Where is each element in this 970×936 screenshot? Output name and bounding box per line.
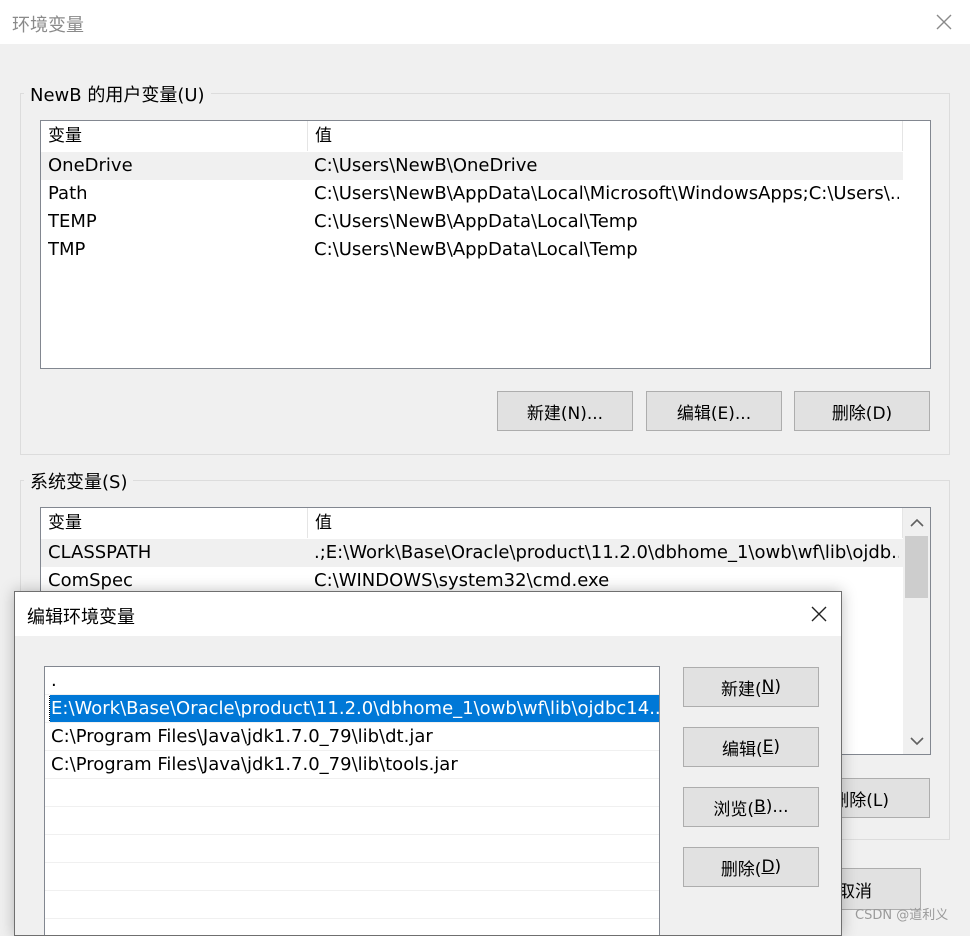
- list-header: 变量 值: [41, 508, 903, 538]
- scroll-down-icon[interactable]: [907, 731, 927, 751]
- dialog-title: 编辑环境变量: [27, 607, 135, 628]
- table-row[interactable]: CLASSPATH .;E:\Work\Base\Oracle\product\…: [41, 539, 903, 567]
- variable-name: TMP: [48, 239, 86, 260]
- column-header-value[interactable]: 值: [308, 121, 903, 151]
- variable-value: .;E:\Work\Base\Oracle\product\11.2.0\dbh…: [314, 542, 899, 563]
- window-title: 环境变量: [12, 15, 84, 36]
- user-variables-label: NewB 的用户变量(U): [24, 81, 211, 107]
- empty-list-item[interactable]: [45, 891, 659, 919]
- variable-value: C:\Users\NewB\OneDrive: [314, 155, 538, 176]
- button-label-tail: )...: [765, 797, 789, 817]
- list-item-selected[interactable]: E:\Work\Base\Oracle\product\11.2.0\dbhom…: [45, 695, 659, 723]
- close-icon[interactable]: [801, 596, 837, 632]
- dialog-new-button[interactable]: 新建(N): [683, 667, 819, 707]
- selected-entry-text: E:\Work\Base\Oracle\product\11.2.0\dbhom…: [48, 695, 659, 722]
- access-key: N: [761, 677, 775, 697]
- table-row[interactable]: OneDrive C:\Users\NewB\OneDrive: [41, 152, 903, 180]
- empty-list-item[interactable]: [45, 835, 659, 863]
- table-row[interactable]: Path C:\Users\NewB\AppData\Local\Microso…: [41, 180, 903, 208]
- user-delete-button[interactable]: 删除(D): [794, 391, 930, 431]
- variable-name: Path: [48, 183, 88, 204]
- close-icon[interactable]: [926, 4, 962, 40]
- button-label-tail: ): [773, 737, 781, 757]
- list-item[interactable]: C:\Program Files\Java\jdk1.7.0_79\lib\to…: [45, 751, 659, 779]
- variable-name: CLASSPATH: [48, 542, 152, 563]
- variable-name: OneDrive: [48, 155, 133, 176]
- empty-list-item[interactable]: [45, 779, 659, 807]
- column-header-variable[interactable]: 变量: [41, 508, 308, 538]
- dialog-delete-button[interactable]: 删除(D): [683, 847, 819, 887]
- list-item[interactable]: .: [45, 667, 659, 695]
- variable-value: C:\Users\NewB\AppData\Local\Temp: [314, 211, 638, 232]
- column-header-value[interactable]: 值: [308, 508, 903, 538]
- variable-name: TEMP: [48, 211, 97, 232]
- list-header: 变量 值: [41, 121, 903, 151]
- column-header-variable[interactable]: 变量: [41, 121, 308, 151]
- dialog-browse-button[interactable]: 浏览(B)...: [683, 787, 819, 827]
- button-label: 新建(: [721, 679, 762, 700]
- system-variables-label: 系统变量(S): [24, 468, 134, 494]
- access-key: D: [761, 857, 775, 877]
- scrollbar-thumb[interactable]: [905, 536, 928, 598]
- path-entries-list[interactable]: . E:\Work\Base\Oracle\product\11.2.0\dbh…: [44, 666, 660, 935]
- access-key: E: [762, 737, 774, 757]
- button-label-tail: ): [774, 677, 781, 697]
- scroll-up-icon[interactable]: [907, 513, 927, 533]
- list-item[interactable]: C:\Program Files\Java\jdk1.7.0_79\lib\dt…: [45, 723, 659, 751]
- user-edit-button[interactable]: 编辑(E)...: [646, 391, 782, 431]
- button-label: 编辑(: [721, 739, 763, 760]
- edit-environment-variable-dialog: 编辑环境变量 . E:\Work\Base\Oracle\product\11.…: [14, 591, 842, 936]
- button-label: 浏览(: [713, 799, 755, 820]
- variable-value: C:\Users\NewB\AppData\Local\Microsoft\Wi…: [314, 183, 899, 204]
- access-key: B: [754, 797, 766, 817]
- button-label: 删除(: [720, 859, 762, 880]
- user-new-button[interactable]: 新建(N)...: [497, 391, 633, 431]
- title-bar: 环境变量: [0, 0, 970, 44]
- dialog-title-bar: 编辑环境变量: [15, 592, 841, 636]
- dialog-edit-button[interactable]: 编辑(E): [683, 727, 819, 767]
- empty-list-item[interactable]: [45, 919, 659, 935]
- user-variables-list[interactable]: 变量 值 OneDrive C:\Users\NewB\OneDrive Pat…: [40, 120, 931, 369]
- button-label-tail: ): [774, 857, 782, 877]
- empty-list-item[interactable]: [45, 863, 659, 891]
- variable-value: C:\Users\NewB\AppData\Local\Temp: [314, 239, 638, 260]
- table-row[interactable]: TMP C:\Users\NewB\AppData\Local\Temp: [41, 236, 903, 264]
- empty-list-item[interactable]: [45, 807, 659, 835]
- vertical-scrollbar[interactable]: [903, 508, 930, 754]
- table-row[interactable]: TEMP C:\Users\NewB\AppData\Local\Temp: [41, 208, 903, 236]
- watermark: CSDN @道利义: [855, 908, 949, 923]
